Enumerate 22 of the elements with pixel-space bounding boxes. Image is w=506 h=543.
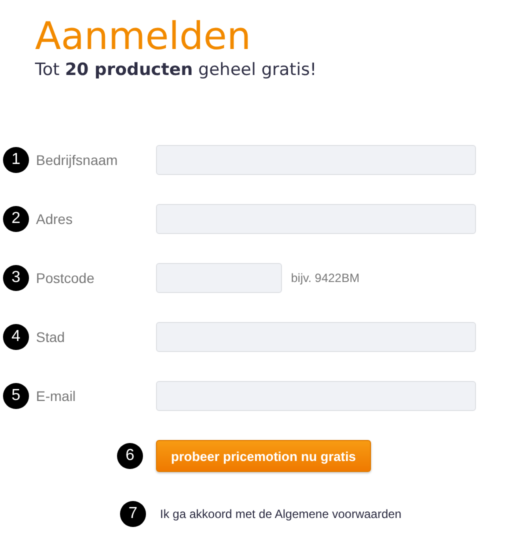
step-number: 2 bbox=[3, 206, 29, 232]
step-number: 7 bbox=[120, 501, 146, 527]
input-field[interactable] bbox=[156, 381, 476, 411]
field-label: Postcode bbox=[36, 270, 96, 286]
hint-text: bijv. 9422BM bbox=[291, 271, 360, 285]
subtitle: Tot 20 producten geheel gratis! bbox=[35, 59, 318, 81]
field-label: Bedrijfsnaam bbox=[36, 152, 119, 168]
step-number: 5 bbox=[3, 383, 29, 409]
field-label: Adres bbox=[36, 211, 74, 227]
terms-text: Ik ga akkoord met de Algemene voorwaarden bbox=[160, 507, 402, 521]
input-field[interactable] bbox=[156, 263, 282, 293]
input-field[interactable] bbox=[156, 204, 476, 234]
submit-button[interactable]: probeer pricemotion nu gratis bbox=[156, 440, 371, 472]
step-number: 6 bbox=[117, 443, 143, 469]
page-title: Aanmelden bbox=[35, 15, 252, 57]
field-label: Stad bbox=[36, 329, 66, 345]
field-label: E-mail bbox=[36, 388, 77, 404]
input-field[interactable] bbox=[156, 322, 476, 352]
step-number: 4 bbox=[3, 324, 29, 350]
input-field[interactable] bbox=[156, 145, 476, 175]
step-number: 3 bbox=[3, 265, 29, 291]
step-number: 1 bbox=[3, 147, 29, 173]
